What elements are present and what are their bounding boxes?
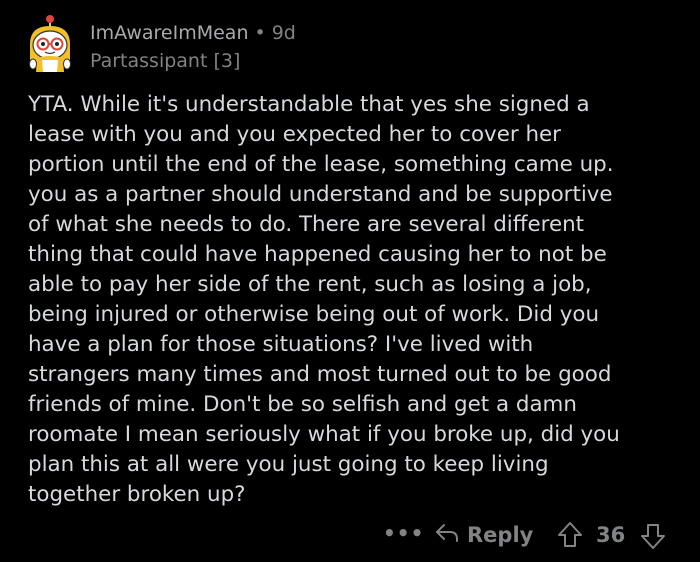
comment: ImAwareImMean • 9d Partassipant [3] YTA. W… (0, 0, 700, 562)
comment-actions: ••• Reply 36 (0, 518, 700, 552)
comment-header: ImAwareImMean • 9d Partassipant [3] (90, 21, 296, 73)
username-link[interactable]: ImAwareImMean (90, 22, 249, 44)
comment-body: YTA. While it's understandable that yes … (28, 92, 620, 507)
more-options-icon[interactable]: ••• (383, 518, 424, 552)
downvote-arrow-icon[interactable] (640, 522, 666, 555)
reply-arrow-icon (434, 522, 460, 549)
meta-separator: • (254, 22, 266, 44)
reply-button[interactable]: Reply (434, 518, 533, 552)
reply-label: Reply (467, 523, 534, 547)
vote-score: 36 (596, 523, 626, 547)
snoo-avatar-icon[interactable] (24, 14, 76, 76)
comment-age: 9d (271, 22, 296, 44)
user-flair: Partassipant [3] (90, 50, 241, 72)
upvote-arrow-icon[interactable] (557, 521, 583, 554)
comment-meta: ImAwareImMean • 9d (90, 21, 296, 45)
